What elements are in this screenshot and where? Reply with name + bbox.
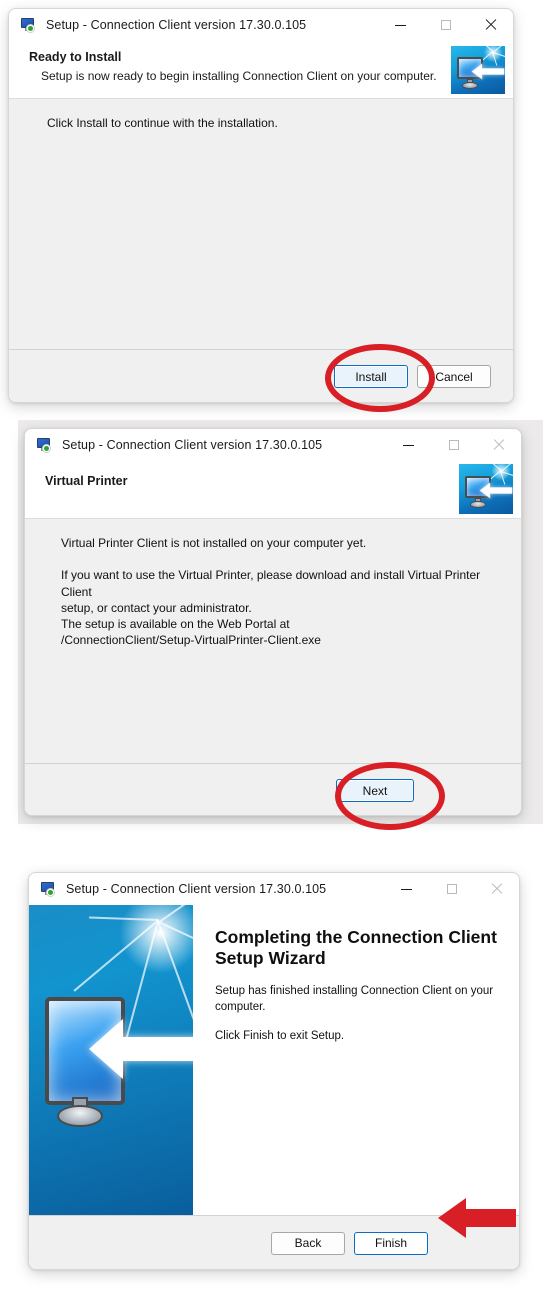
caption-buttons	[384, 873, 519, 905]
monitor-base	[57, 1105, 103, 1127]
maximize-icon[interactable]	[429, 873, 474, 905]
window-title: Setup - Connection Client version 17.30.…	[66, 882, 327, 896]
next-button[interactable]: Next	[336, 779, 414, 802]
minimize-icon[interactable]	[386, 429, 431, 461]
window-title: Setup - Connection Client version 17.30.…	[62, 438, 323, 452]
title-bar[interactable]: Setup - Connection Client version 17.30.…	[9, 9, 513, 41]
footer-button-bar: Install Cancel	[9, 349, 513, 402]
window-body: Virtual Printer Client is not installed …	[25, 519, 521, 763]
close-icon[interactable]	[476, 429, 521, 461]
window-title: Setup - Connection Client version 17.30.…	[46, 18, 307, 32]
page-header: Virtual Printer	[25, 461, 521, 519]
setup-monitor-icon	[41, 881, 57, 897]
cancel-button[interactable]: Cancel	[417, 365, 491, 388]
page-header: Ready to Install Setup is now ready to b…	[9, 41, 513, 99]
caption-buttons	[378, 9, 513, 41]
setup-monitor-icon	[21, 17, 37, 33]
wizard-heading: Completing the Connection Client Setup W…	[215, 927, 497, 968]
title-bar[interactable]: Setup - Connection Client version 17.30.…	[25, 429, 521, 461]
connection-client-splash-image	[29, 905, 193, 1215]
window-body: Click Install to continue with the insta…	[9, 99, 513, 349]
title-bar[interactable]: Setup - Connection Client version 17.30.…	[29, 873, 519, 905]
setup-window-completing-wizard[interactable]: Setup - Connection Client version 17.30.…	[28, 872, 520, 1270]
wizard-paragraph-1: Setup has finished installing Connection…	[215, 985, 494, 1013]
install-button[interactable]: Install	[334, 365, 408, 388]
left-arrow-icon	[471, 63, 505, 80]
minimize-icon[interactable]	[384, 873, 429, 905]
body-text: Virtual Printer Client is not installed …	[61, 536, 481, 648]
page-heading: Virtual Printer	[45, 474, 128, 488]
body-text: Click Install to continue with the insta…	[47, 116, 278, 130]
left-arrow-icon	[89, 1019, 193, 1079]
footer-button-bar: Back Finish	[29, 1215, 519, 1269]
setup-monitor-icon	[37, 437, 53, 453]
back-button[interactable]: Back	[271, 1231, 345, 1255]
close-icon[interactable]	[468, 9, 513, 41]
close-icon[interactable]	[474, 873, 519, 905]
page-heading: Ready to Install	[29, 50, 122, 64]
page-subheading: Setup is now ready to begin installing C…	[41, 69, 437, 83]
connection-client-badge-icon	[459, 464, 513, 514]
setup-window-virtual-printer[interactable]: Setup - Connection Client version 17.30.…	[24, 428, 522, 816]
wizard-content: Completing the Connection Client Setup W…	[29, 905, 519, 1215]
setup-window-ready-to-install[interactable]: Setup - Connection Client version 17.30.…	[8, 8, 514, 403]
caption-buttons	[386, 429, 521, 461]
wizard-paragraph-2: Click Finish to exit Setup.	[215, 1030, 345, 1043]
left-arrow-icon	[479, 482, 513, 499]
connection-client-badge-icon	[451, 46, 505, 94]
finish-button[interactable]: Finish	[354, 1231, 428, 1255]
maximize-icon[interactable]	[423, 9, 468, 41]
maximize-icon[interactable]	[431, 429, 476, 461]
wizard-text-pane: Completing the Connection Client Setup W…	[193, 905, 519, 1215]
footer-button-bar: Next	[25, 763, 521, 815]
minimize-icon[interactable]	[378, 9, 423, 41]
